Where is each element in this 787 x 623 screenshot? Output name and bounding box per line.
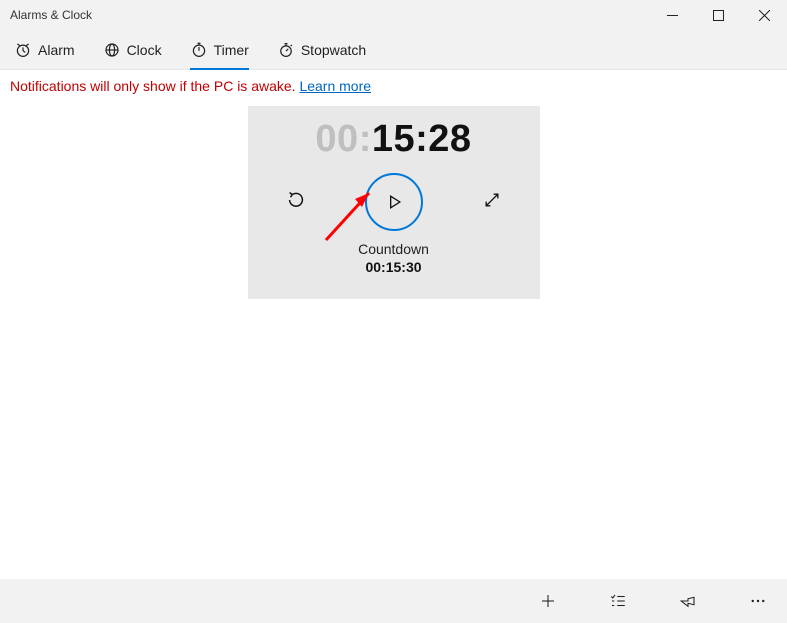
notification-learn-more-link[interactable]: Learn more	[299, 78, 371, 94]
more-button[interactable]	[735, 579, 781, 623]
reset-button[interactable]	[285, 189, 307, 216]
timer-time-display: 00:15:28	[315, 118, 471, 161]
tab-label: Alarm	[38, 42, 75, 58]
notification-text: Notifications will only show if the PC i…	[10, 78, 299, 94]
tab-label: Timer	[214, 42, 249, 58]
checklist-icon	[609, 592, 627, 610]
pin-button[interactable]	[665, 579, 711, 623]
maximize-icon	[713, 10, 724, 21]
command-bar	[0, 579, 787, 623]
tab-bar: Alarm Clock Timer Stopwatch	[0, 30, 787, 70]
window-controls	[649, 0, 787, 30]
tab-alarm[interactable]: Alarm	[6, 30, 83, 70]
tab-clock[interactable]: Clock	[95, 30, 170, 70]
close-button[interactable]	[741, 0, 787, 30]
play-icon	[384, 192, 404, 212]
pin-icon	[679, 592, 697, 610]
expand-button[interactable]	[482, 190, 502, 215]
timer-icon	[190, 41, 208, 59]
stopwatch-icon	[277, 41, 295, 59]
alarm-icon	[14, 41, 32, 59]
play-button[interactable]	[365, 173, 423, 231]
expand-icon	[482, 190, 502, 210]
timer-label-row: Countdown 00:15:30	[358, 241, 429, 275]
worldclock-icon	[103, 41, 121, 59]
window-title: Alarms & Clock	[10, 8, 92, 22]
maximize-button[interactable]	[695, 0, 741, 30]
edit-button[interactable]	[595, 579, 641, 623]
tab-stopwatch[interactable]: Stopwatch	[269, 30, 374, 70]
tab-label: Stopwatch	[301, 42, 366, 58]
add-button[interactable]	[525, 579, 571, 623]
timer-mmss: 15:28	[372, 118, 472, 160]
minimize-icon	[667, 10, 678, 21]
close-icon	[759, 10, 770, 21]
timer-card[interactable]: 00:15:28 Countdown 00:15:30	[248, 106, 540, 299]
timer-hours: 00:	[315, 118, 371, 160]
plus-icon	[539, 592, 557, 610]
more-icon	[749, 592, 767, 610]
timer-controls	[285, 173, 501, 231]
title-bar: Alarms & Clock	[0, 0, 787, 30]
timer-name: Countdown	[358, 241, 429, 257]
minimize-button[interactable]	[649, 0, 695, 30]
tab-label: Clock	[127, 42, 162, 58]
main-area: 00:15:28 Countdown 00:15:30	[0, 102, 787, 579]
notification-bar: Notifications will only show if the PC i…	[0, 70, 787, 102]
tab-timer[interactable]: Timer	[182, 30, 257, 70]
timer-original-time: 00:15:30	[358, 259, 429, 275]
reset-icon	[285, 189, 307, 211]
